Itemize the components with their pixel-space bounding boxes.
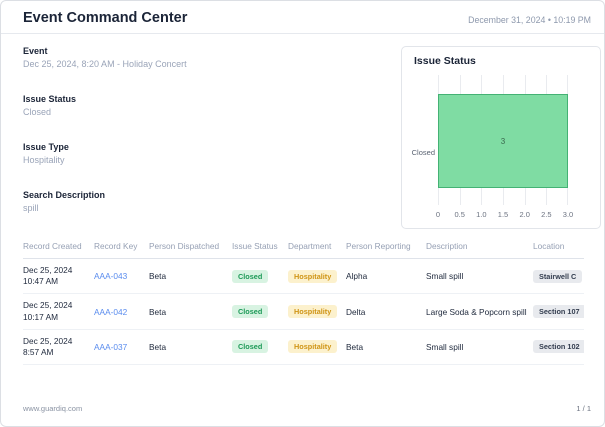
chart-bar-value: 3 (500, 136, 506, 146)
status-badge: Closed (232, 340, 269, 354)
record-key-link[interactable]: AAA-042 (94, 307, 127, 317)
footer-page-number: 1 / 1 (576, 404, 591, 413)
col-record-created: Record Created (23, 237, 94, 259)
field-issue-type-label: Issue Type (23, 142, 69, 152)
x-tick: 3.0 (562, 210, 574, 219)
chart-plot-area: 3 (438, 75, 569, 205)
col-person-dispatched: Person Dispatched (149, 237, 232, 259)
record-date: Dec 25, 2024 (23, 300, 73, 311)
x-tick: 1.5 (497, 210, 509, 219)
report-datetime: December 31, 2024 • 10:19 PM (468, 15, 591, 25)
person-dispatched-cell: Beta (149, 258, 232, 295)
table-row: Dec 25, 2024 10:17 AM AAA-042 Beta Close… (23, 293, 584, 330)
field-event: Event Dec 25, 2024, 8:20 AM - Holiday Co… (23, 46, 187, 69)
department-badge: Hospitality (288, 269, 338, 283)
chart-bar-closed: 3 (438, 94, 568, 188)
col-location: Location (533, 237, 584, 259)
record-time: 8:57 AM (23, 346, 54, 357)
department-badge: Hospitality (288, 305, 338, 319)
person-reporting-cell: Alpha (346, 258, 426, 295)
record-created-cell: Dec 25, 2024 10:17 AM (23, 293, 94, 330)
person-reporting-cell: Beta (346, 329, 426, 366)
col-issue-status: Issue Status (232, 237, 288, 259)
chart-x-axis: 0 0.5 1.0 1.5 2.0 2.5 3.0 (435, 210, 573, 220)
record-created-cell: Dec 25, 2024 8:57 AM (23, 329, 94, 366)
description-cell: Small spill (426, 258, 533, 295)
x-tick: 1.0 (476, 210, 487, 219)
table-header-row: Record Created Record Key Person Dispatc… (23, 237, 584, 259)
person-dispatched-cell: Beta (149, 329, 232, 366)
page-header: Event Command Center December 31, 2024 •… (1, 1, 604, 34)
record-key-link[interactable]: AAA-037 (94, 342, 127, 352)
col-record-key: Record Key (94, 237, 149, 259)
col-department: Department (288, 237, 346, 259)
field-event-value: Dec 25, 2024, 8:20 AM - Holiday Concert (23, 59, 187, 69)
location-badge: Stairwell C (533, 269, 583, 283)
x-tick: 2.0 (519, 210, 530, 219)
chart-category-label: Closed (411, 148, 435, 157)
field-search-description: Search Description spill (23, 190, 105, 213)
person-reporting-cell: Delta (346, 293, 426, 330)
field-issue-type-value: Hospitality (23, 155, 65, 165)
col-description: Description (426, 237, 533, 259)
col-person-reporting: Person Reporting (346, 237, 426, 259)
records-table: Record Created Record Key Person Dispatc… (23, 237, 584, 366)
field-issue-status: Issue Status Closed (23, 94, 76, 117)
location-badge: Section 107 (533, 305, 584, 319)
field-search-description-label: Search Description (23, 190, 106, 200)
record-time: 10:47 AM (23, 276, 59, 287)
footer-url: www.guardiq.com (23, 404, 83, 413)
location-badge: Section 102 (533, 340, 584, 354)
event-command-center-page: Event Command Center December 31, 2024 •… (0, 0, 605, 427)
description-cell: Small spill (426, 329, 533, 366)
status-badge: Closed (232, 305, 269, 319)
table-row: Dec 25, 2024 10:47 AM AAA-043 Beta Close… (23, 258, 584, 295)
field-search-description-value: spill (23, 203, 39, 213)
field-issue-status-value: Closed (23, 107, 52, 117)
record-date: Dec 25, 2024 (23, 265, 73, 275)
description-cell: Large Soda & Popcorn spill (426, 293, 533, 330)
x-tick: 0 (435, 210, 441, 219)
chart-title: Issue Status (414, 55, 476, 67)
page-title: Event Command Center (23, 10, 188, 26)
table-row: Dec 25, 2024 8:57 AM AAA-037 Beta Closed… (23, 329, 584, 366)
field-event-label: Event (23, 46, 48, 56)
status-badge: Closed (232, 269, 269, 283)
x-tick: 0.5 (454, 210, 465, 219)
record-time: 10:17 AM (23, 311, 59, 322)
department-badge: Hospitality (288, 340, 338, 354)
field-issue-status-label: Issue Status (23, 94, 77, 104)
record-created-cell: Dec 25, 2024 10:47 AM (23, 258, 94, 295)
person-dispatched-cell: Beta (149, 293, 232, 330)
field-issue-type: Issue Type Hospitality (23, 142, 69, 165)
record-key-link[interactable]: AAA-043 (94, 271, 127, 281)
record-date: Dec 25, 2024 (23, 335, 73, 346)
x-tick: 2.5 (541, 210, 552, 219)
issue-status-chart-panel: Issue Status Closed 3 0 0.5 1.0 1.5 2.0 … (401, 46, 601, 229)
